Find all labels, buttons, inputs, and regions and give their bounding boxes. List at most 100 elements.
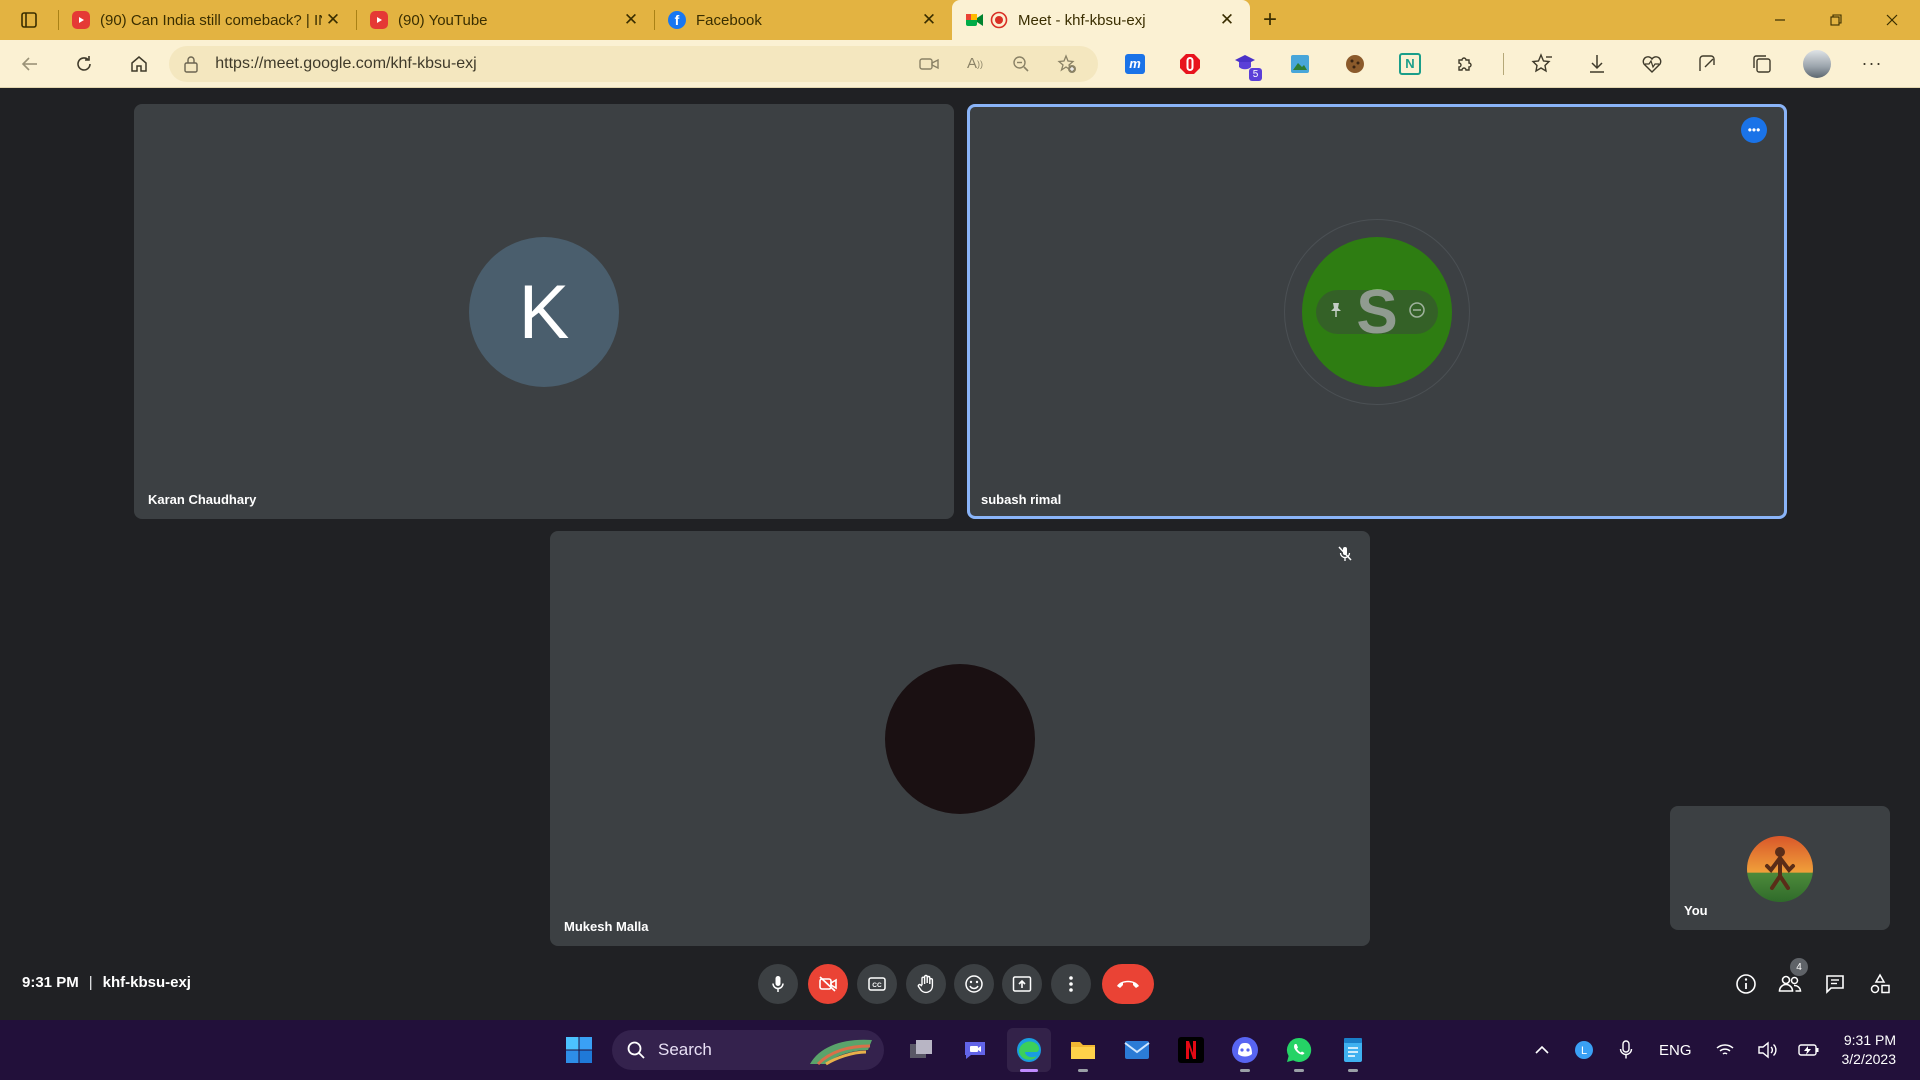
leave-call-button[interactable]	[1102, 964, 1154, 1004]
camera-off-icon	[819, 976, 837, 992]
new-tab-button[interactable]: +	[1250, 0, 1290, 40]
extension-graduation-icon[interactable]: 5	[1228, 47, 1262, 81]
tab-divider	[356, 10, 357, 30]
running-indicator	[1348, 1069, 1358, 1072]
close-icon[interactable]: ✕	[322, 9, 344, 31]
cookie-icon[interactable]	[1338, 47, 1372, 81]
pin-icon[interactable]	[1328, 301, 1344, 324]
avatar: K	[469, 237, 619, 387]
microphone-button[interactable]	[758, 964, 798, 1004]
clock-date: 3/2/2023	[1841, 1051, 1897, 1067]
microphone-in-use-icon[interactable]	[1609, 1033, 1643, 1067]
back-button[interactable]	[10, 46, 49, 82]
extension-n-icon[interactable]: N	[1393, 47, 1427, 81]
extensions-row: m 5 N ···	[1118, 47, 1910, 81]
meeting-details-button[interactable]	[1728, 966, 1764, 1002]
teams-chat-icon	[965, 1042, 985, 1059]
present-screen-button[interactable]	[1002, 964, 1042, 1004]
tab-divider	[58, 10, 59, 30]
wifi-icon[interactable]	[1708, 1033, 1742, 1067]
restore-button[interactable]	[1808, 0, 1864, 40]
task-view-button[interactable]	[899, 1028, 943, 1072]
muted-mic-icon	[1334, 543, 1356, 565]
tab-actions-button[interactable]	[0, 0, 58, 40]
close-icon[interactable]: ✕	[620, 9, 642, 31]
camera-off-button[interactable]	[808, 964, 848, 1004]
participant-tile-subash[interactable]: ••• S subash rimal	[967, 104, 1787, 519]
camera-in-use-icon[interactable]	[912, 49, 946, 79]
search-label: Search	[658, 1040, 712, 1059]
close-icon[interactable]: ✕	[1216, 9, 1238, 31]
read-aloud-icon[interactable]: A))	[958, 49, 992, 79]
address-bar[interactable]: https://meet.google.com/khf-kbsu-exj A))	[169, 45, 1098, 82]
discord-button[interactable]	[1223, 1028, 1267, 1072]
more-options-button[interactable]	[1051, 964, 1091, 1004]
close-icon[interactable]: ✕	[918, 9, 940, 31]
plus-icon: +	[1262, 6, 1277, 33]
performance-icon[interactable]	[1690, 47, 1724, 81]
svg-text:L: L	[1581, 1045, 1587, 1057]
participant-tile-mukesh[interactable]: Mukesh Malla	[550, 531, 1370, 946]
youtube-icon	[72, 11, 90, 29]
edge-button[interactable]	[1007, 1028, 1051, 1072]
self-view-tile[interactable]: You	[1670, 806, 1890, 930]
teams-chat-button[interactable]	[953, 1028, 997, 1072]
taskbar-clock[interactable]: 9:31 PM 3/2/2023	[1842, 1031, 1897, 1069]
browser-essentials-icon[interactable]	[1635, 47, 1669, 81]
add-favorite-icon[interactable]	[1050, 49, 1084, 79]
downloads-icon[interactable]	[1580, 47, 1614, 81]
reactions-button[interactable]	[954, 964, 994, 1004]
start-button[interactable]	[557, 1028, 601, 1072]
battery-charging-icon[interactable]	[1792, 1033, 1826, 1067]
activities-button[interactable]	[1862, 966, 1898, 1002]
netflix-button[interactable]	[1169, 1028, 1213, 1072]
show-hidden-icons-chevron-up-icon[interactable]	[1525, 1033, 1559, 1067]
whatsapp-button[interactable]	[1277, 1028, 1321, 1072]
home-button[interactable]	[119, 46, 158, 82]
tab-meet[interactable]: Meet - khf-kbsu-exj ✕	[952, 0, 1250, 40]
zoom-out-icon[interactable]	[1004, 49, 1038, 79]
extension-image-icon[interactable]	[1283, 47, 1317, 81]
microphone-icon	[772, 976, 784, 992]
remove-icon[interactable]	[1408, 301, 1426, 324]
window-controls	[1752, 0, 1920, 40]
tab-youtube[interactable]: (90) YouTube ✕	[356, 0, 654, 40]
chat-button[interactable]	[1817, 966, 1853, 1002]
more-menu-icon[interactable]: ···	[1855, 47, 1889, 81]
adblock-icon[interactable]	[1173, 47, 1207, 81]
people-button[interactable]: 4	[1772, 958, 1808, 1002]
system-tray: L ENG 9:31 PM 3/2/2023	[1521, 1020, 1920, 1080]
captions-icon: CC	[868, 977, 886, 991]
favorites-icon[interactable]	[1525, 47, 1559, 81]
discord-icon	[1232, 1037, 1258, 1063]
browser-toolbar: https://meet.google.com/khf-kbsu-exj A))…	[0, 40, 1920, 88]
participant-tile-karan[interactable]: K Karan Chaudhary	[134, 104, 954, 519]
taskbar-search[interactable]: Search	[612, 1030, 884, 1070]
file-explorer-button[interactable]	[1061, 1028, 1105, 1072]
tray-app-icon[interactable]: L	[1567, 1033, 1601, 1067]
windows-taskbar: Search L ENG 9:31 PM 3/2/2023	[0, 1020, 1920, 1080]
meeting-info: 9:31 PM | khf-kbsu-exj	[22, 974, 191, 991]
input-language-indicator[interactable]: ENG	[1659, 1033, 1692, 1067]
minimize-button[interactable]	[1752, 0, 1808, 40]
reload-button[interactable]	[64, 46, 103, 82]
mail-button[interactable]	[1115, 1028, 1159, 1072]
notepad-button[interactable]	[1331, 1028, 1375, 1072]
running-indicator	[1078, 1069, 1088, 1072]
self-avatar	[1747, 836, 1813, 902]
extension-m-icon[interactable]: m	[1118, 47, 1152, 81]
volume-icon[interactable]	[1750, 1033, 1784, 1067]
tab-facebook[interactable]: f Facebook ✕	[654, 0, 952, 40]
task-view-icon	[910, 1040, 932, 1058]
captions-button[interactable]: CC	[857, 964, 897, 1004]
collections-icon[interactable]	[1745, 47, 1779, 81]
close-window-button[interactable]	[1864, 0, 1920, 40]
raise-hand-button[interactable]	[906, 964, 946, 1004]
tab-youtube-video[interactable]: (90) Can India still comeback? | IN ✕	[58, 0, 356, 40]
extensions-puzzle-icon[interactable]	[1448, 47, 1482, 81]
facebook-icon: f	[668, 11, 686, 29]
profile-avatar[interactable]	[1800, 47, 1834, 81]
more-options-icon[interactable]: •••	[1741, 117, 1767, 143]
tile-hover-controls	[1316, 290, 1438, 334]
whatsapp-icon	[1286, 1037, 1312, 1062]
